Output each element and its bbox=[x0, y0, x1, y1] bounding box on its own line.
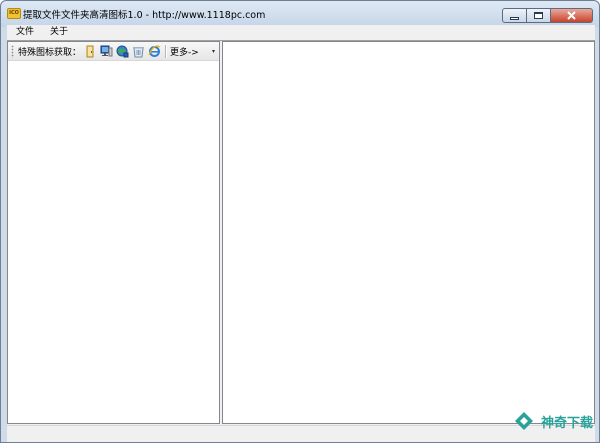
toolbar-grip[interactable] bbox=[11, 44, 14, 58]
toolbar-separator bbox=[165, 44, 167, 58]
left-panel[interactable]: 特殊图标获取： 更多-> ▾ bbox=[7, 41, 220, 424]
more-button[interactable]: 更多-> bbox=[170, 45, 199, 58]
app-icon: ICO bbox=[7, 8, 21, 19]
menu-file[interactable]: 文件 bbox=[7, 26, 42, 39]
menu-bar: 文件 关于 bbox=[7, 25, 595, 40]
watermark-logo-icon bbox=[514, 412, 533, 430]
menu-about[interactable]: 关于 bbox=[42, 26, 76, 39]
right-panel[interactable] bbox=[222, 41, 595, 424]
minimize-icon bbox=[510, 16, 519, 20]
toolbar-overflow-button[interactable]: ▾ bbox=[210, 49, 217, 59]
recycle-bin-icon[interactable] bbox=[132, 45, 145, 58]
minimize-button[interactable] bbox=[502, 8, 527, 23]
special-icons-toolbar: 特殊图标获取： 更多-> ▾ bbox=[8, 42, 219, 61]
status-bar bbox=[7, 425, 595, 442]
client-area: 文件 关于 特殊图标获取： 更多-> ▾ bbox=[7, 25, 595, 442]
app-window: ICO 提取文件文件夹高清图标1.0 - http://www.1118pc.c… bbox=[0, 0, 600, 443]
window-title: 提取文件文件夹高清图标1.0 - http://www.1118pc.com bbox=[23, 10, 266, 21]
close-icon bbox=[567, 11, 576, 20]
watermark: 神奇下载 bbox=[513, 410, 593, 432]
caption-buttons bbox=[502, 8, 593, 23]
title-bar[interactable]: ICO 提取文件文件夹高清图标1.0 - http://www.1118pc.c… bbox=[1, 1, 599, 27]
internet-explorer-icon[interactable] bbox=[148, 44, 161, 58]
toolbar-label: 特殊图标获取： bbox=[18, 47, 82, 58]
maximize-button[interactable] bbox=[527, 8, 551, 23]
folder-icon[interactable] bbox=[84, 45, 97, 58]
watermark-text: 神奇下载 bbox=[540, 415, 593, 431]
maximize-icon bbox=[534, 12, 543, 19]
close-button[interactable] bbox=[551, 8, 593, 23]
computer-icon[interactable] bbox=[100, 45, 113, 58]
network-icon[interactable] bbox=[116, 45, 129, 58]
